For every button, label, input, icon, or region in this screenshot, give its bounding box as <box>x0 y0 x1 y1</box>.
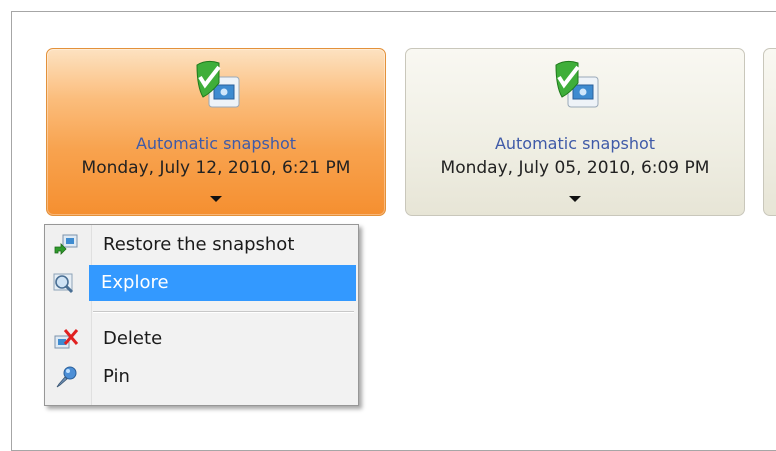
menu-item-restore[interactable]: Restore the snapshot <box>47 227 356 263</box>
snapshot-check-icon <box>548 55 602 111</box>
menu-item-label: Delete <box>103 328 163 349</box>
menu-item-label: Explore <box>101 272 169 293</box>
menu-item-explore[interactable]: Explore <box>53 265 356 301</box>
snapshot-date: Monday, July 12, 2010, 6:21 PM <box>81 158 351 178</box>
dropdown-arrow-icon[interactable] <box>210 196 222 202</box>
pin-icon <box>53 365 79 389</box>
menu-item-pin[interactable]: Pin <box>47 359 356 395</box>
snapshot-context-menu: Restore the snapshot Explore Delete Pin <box>44 224 359 406</box>
magnifier-icon <box>51 271 77 295</box>
menu-item-label: Restore the snapshot <box>103 234 295 255</box>
delete-icon <box>53 327 79 351</box>
snapshot-card-2[interactable]: Automatic snapshot Monday, July 05, 2010… <box>405 48 745 216</box>
restore-icon <box>53 233 79 257</box>
snapshot-card-1[interactable]: Automatic snapshot Monday, July 12, 2010… <box>46 48 386 216</box>
snapshot-card-3-partial[interactable] <box>763 48 776 216</box>
snapshot-date: Monday, July 05, 2010, 6:09 PM <box>440 158 710 178</box>
snapshot-title: Automatic snapshot <box>494 134 656 153</box>
menu-item-delete[interactable]: Delete <box>47 321 356 357</box>
snapshot-check-icon <box>189 55 243 111</box>
dropdown-arrow-icon[interactable] <box>569 196 581 202</box>
snapshot-title: Automatic snapshot <box>135 134 297 153</box>
menu-item-label: Pin <box>103 366 130 387</box>
menu-separator <box>93 311 354 313</box>
